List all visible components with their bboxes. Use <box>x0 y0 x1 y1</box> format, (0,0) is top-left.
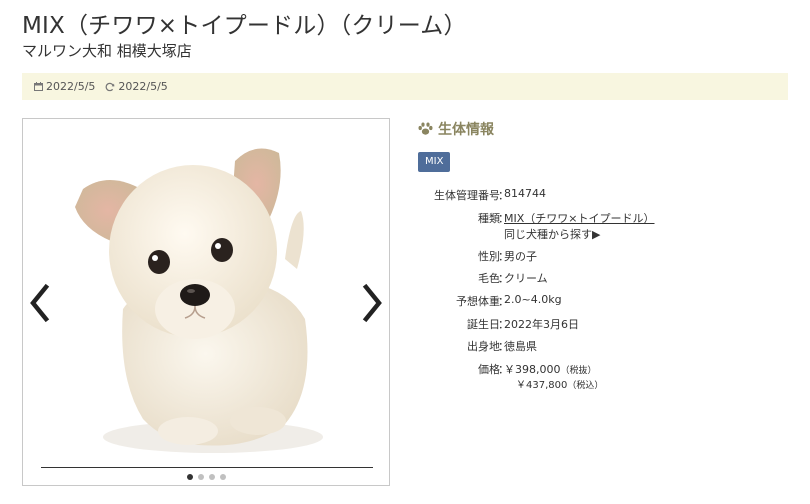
info-label: 生体管理番号 <box>434 189 500 202</box>
info-label: 毛色 <box>478 272 500 285</box>
updated-date: 2022/5/5 <box>105 80 168 93</box>
puppy-photo <box>75 148 323 453</box>
breed-link[interactable]: MIX（チワワ×トイプードル） <box>504 212 655 225</box>
updated-date-text: 2022/5/5 <box>118 80 168 93</box>
chevron-left-icon[interactable] <box>25 283 53 323</box>
info-label: 誕生日 <box>467 318 500 331</box>
slider-divider <box>41 467 373 468</box>
info-label: 性別 <box>478 250 500 263</box>
info-value: 男の子 <box>504 250 537 263</box>
same-breed-search-link[interactable]: 同じ犬種から探す▶ <box>504 228 600 241</box>
price-incl-tax: ￥437,800 <box>516 380 568 391</box>
photo-slider[interactable] <box>22 118 390 486</box>
info-value: MIX（チワワ×トイプードル） <box>504 210 655 226</box>
price-value: ￥398,000（税抜） <box>504 361 597 377</box>
chevron-right-icon[interactable] <box>359 283 387 323</box>
info-value: 徳島県 <box>504 340 537 353</box>
slider-dot[interactable] <box>208 474 215 480</box>
info-label: 価格 <box>478 363 500 376</box>
info-label: 予想体重 <box>456 295 500 308</box>
breed-badge: MIX <box>418 152 451 172</box>
info-heading: 生体情報 <box>418 119 494 139</box>
price-excl-tax: ￥398,000 <box>504 363 561 376</box>
slider-dots <box>23 474 389 480</box>
tax-note: （税込） <box>567 381 604 391</box>
slider-dot[interactable] <box>186 474 193 480</box>
published-date: 2022/5/5 <box>34 80 95 93</box>
info-value: 2.0~4.0kg <box>504 293 562 306</box>
info-value: 同じ犬種から探す▶ <box>504 226 600 242</box>
info-heading-text: 生体情報 <box>438 122 494 138</box>
info-label: 出身地 <box>467 340 500 353</box>
date-bar: 2022/5/5 2022/5/5 <box>22 73 788 100</box>
slider-dot[interactable] <box>219 474 226 480</box>
info-value: 2022年3月6日 <box>504 318 579 331</box>
price-incl-tax-line: ￥437,800（税込） <box>516 376 603 391</box>
slider-dot[interactable] <box>197 474 204 480</box>
info-value: クリーム <box>504 272 548 285</box>
tax-note: （税抜） <box>560 366 597 376</box>
store-name: マルワン大和 相模大塚店 <box>22 42 192 60</box>
published-date-text: 2022/5/5 <box>46 80 96 93</box>
refresh-icon <box>105 82 115 91</box>
calendar-icon <box>34 82 43 91</box>
paw-icon <box>418 122 433 135</box>
page-title: MIX（チワワ×トイプードル）（クリーム） <box>22 13 467 39</box>
info-value: 814744 <box>504 187 546 200</box>
info-label: 種類 <box>478 212 500 225</box>
